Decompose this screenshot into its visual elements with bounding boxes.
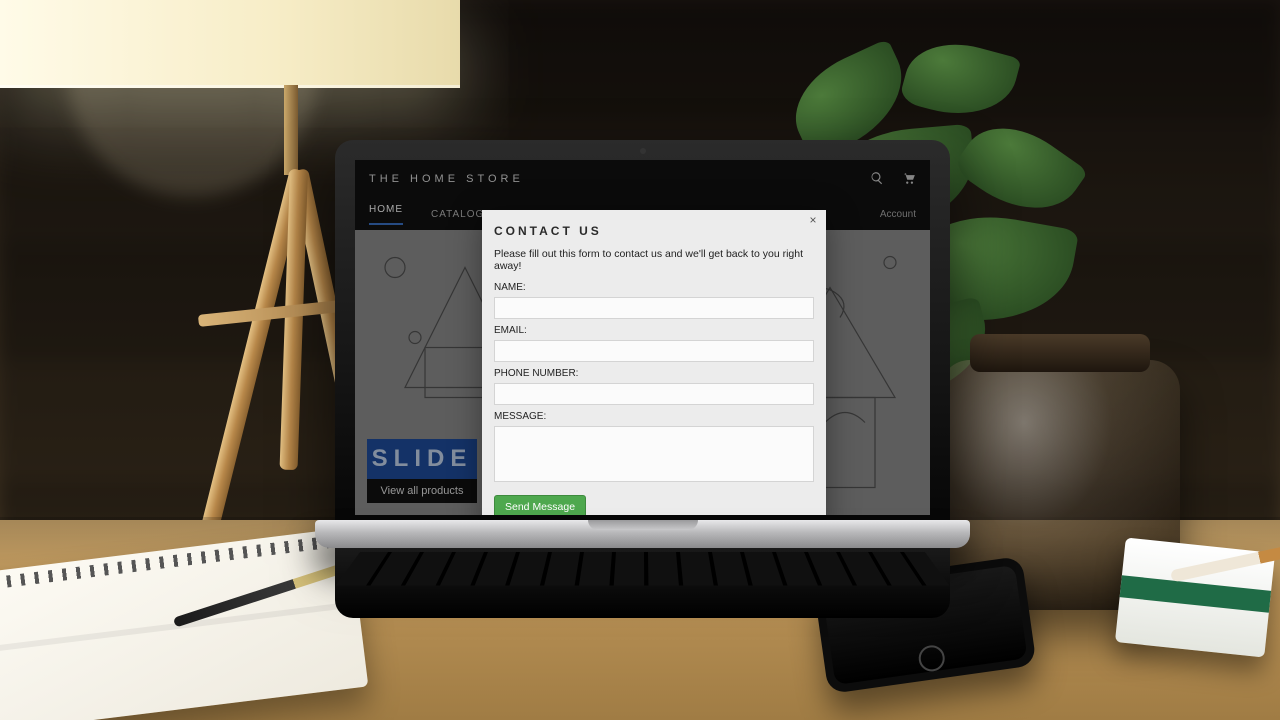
laptop-screen-bezel: THE HOME STORE HOME CATALOG — [335, 140, 950, 535]
email-input[interactable] — [494, 340, 814, 362]
webcam — [640, 148, 646, 154]
laptop-display: THE HOME STORE HOME CATALOG — [355, 160, 930, 515]
modal-title: CONTACT US — [494, 224, 814, 238]
lamp-stem — [284, 85, 298, 175]
name-label: NAME: — [494, 282, 814, 293]
modal-intro: Please fill out this form to contact us … — [494, 248, 814, 272]
phone-label: PHONE NUMBER: — [494, 368, 814, 379]
message-input[interactable] — [494, 426, 814, 482]
message-label: MESSAGE: — [494, 411, 814, 422]
lamp-shade — [0, 0, 460, 88]
phone-input[interactable] — [494, 383, 814, 405]
email-label: EMAIL: — [494, 325, 814, 336]
webpage: THE HOME STORE HOME CATALOG — [355, 160, 930, 515]
laptop: THE HOME STORE HOME CATALOG — [335, 140, 950, 610]
close-icon[interactable]: × — [806, 213, 820, 227]
send-message-button[interactable]: Send Message — [494, 495, 586, 515]
laptop-hinge — [315, 520, 970, 548]
name-input[interactable] — [494, 297, 814, 319]
laptop-keyboard — [335, 548, 950, 618]
contact-modal: × CONTACT US Please fill out this form t… — [482, 210, 826, 515]
